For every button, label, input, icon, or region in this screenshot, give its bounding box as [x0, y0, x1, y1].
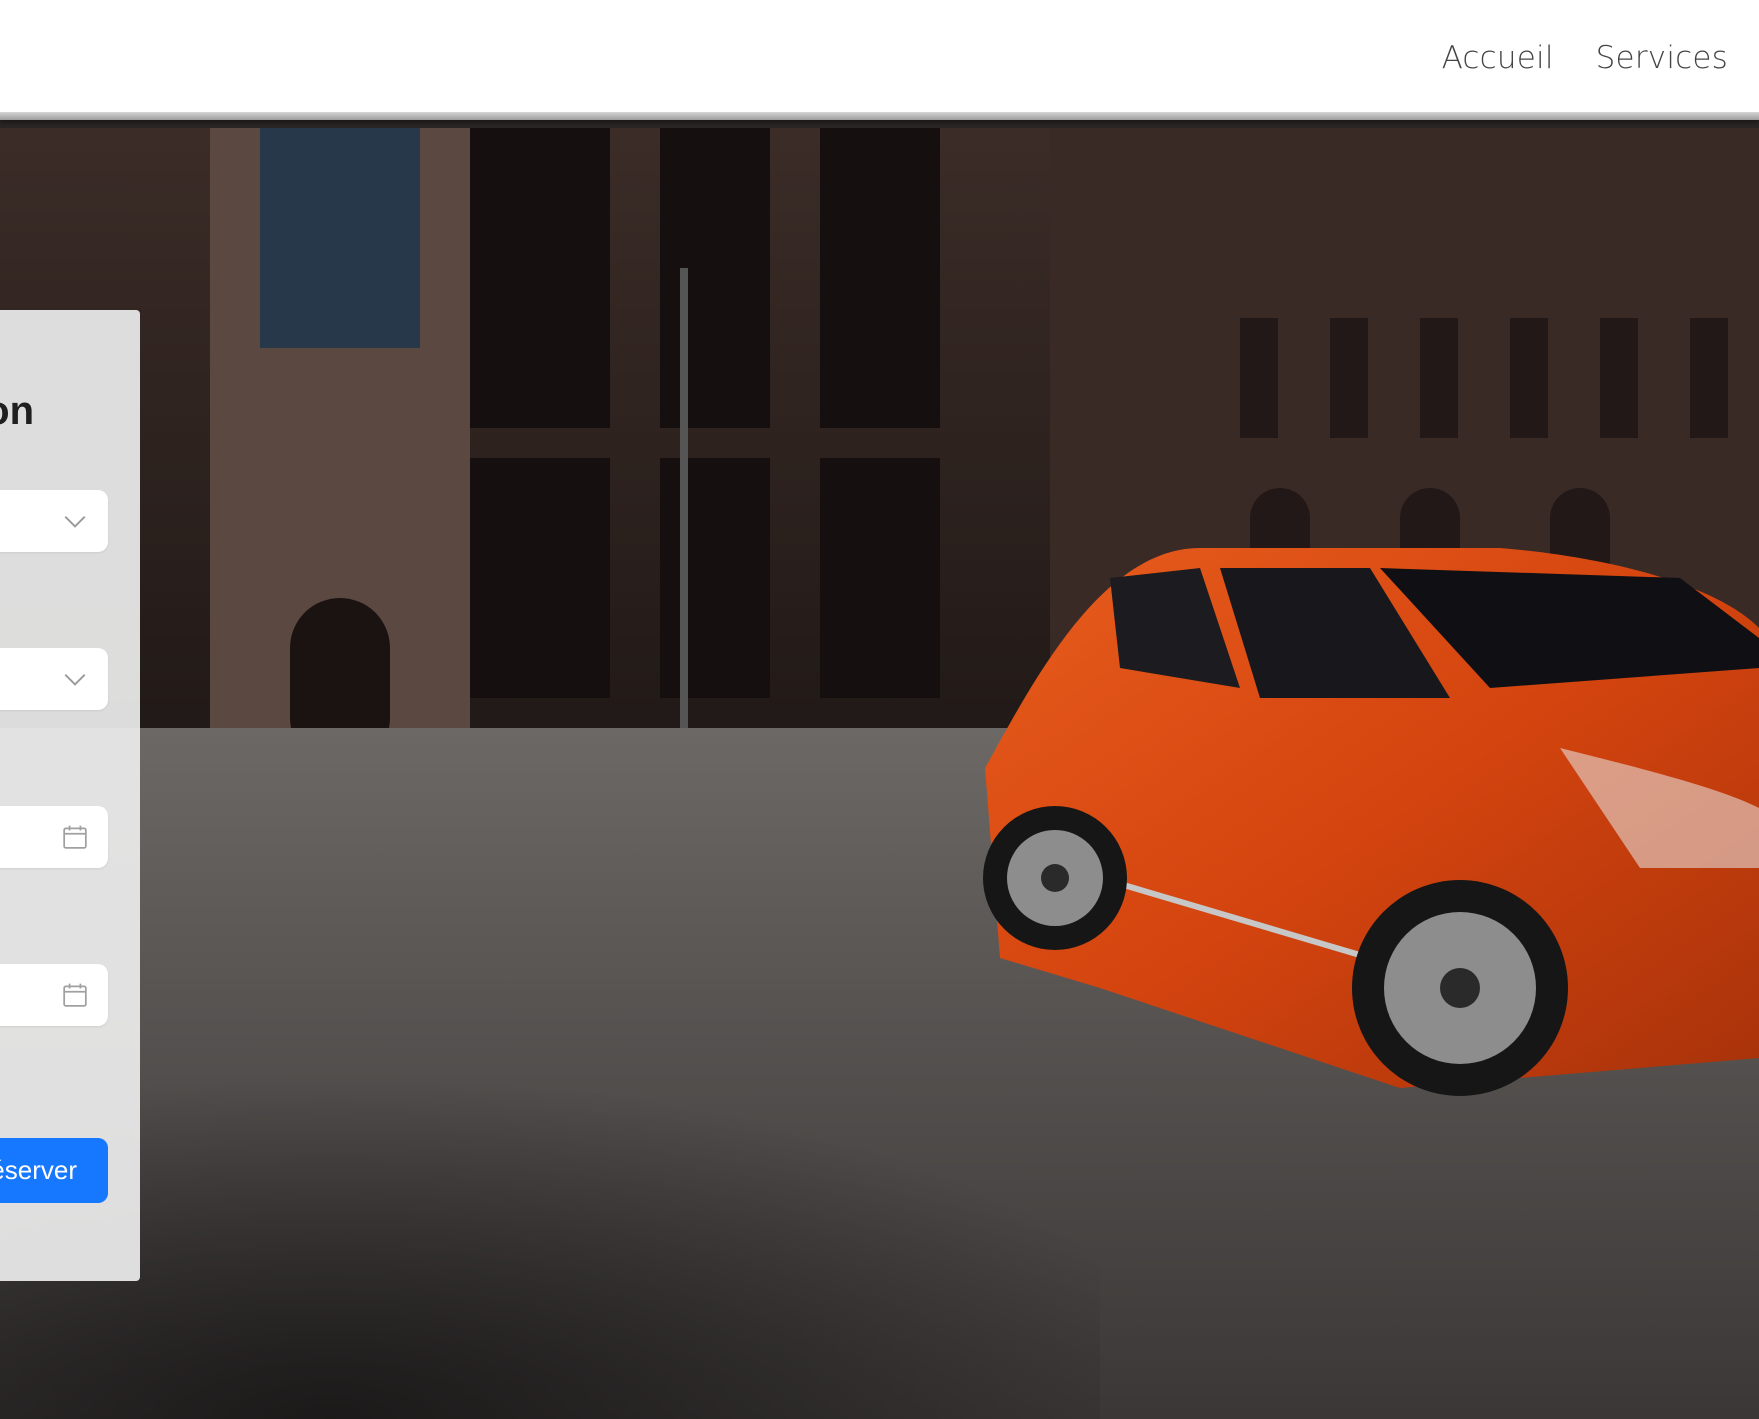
calendar-icon	[63, 825, 87, 849]
nav-link-accueil[interactable]: Accueil	[1442, 40, 1554, 76]
start-date-picker[interactable]	[0, 806, 108, 868]
street-car-photo	[0, 128, 1759, 1419]
chevron-down-icon	[64, 515, 86, 528]
pickup-location-select[interactable]	[0, 490, 108, 552]
top-navbar: Accueil Services	[0, 0, 1759, 120]
end-date-picker[interactable]	[0, 964, 108, 1026]
main-nav: Accueil Services	[1442, 40, 1728, 76]
booking-panel-title: Réservation	[0, 389, 34, 434]
return-location-select[interactable]	[0, 648, 108, 710]
chevron-down-icon	[64, 673, 86, 686]
reserve-button[interactable]: Réserver	[0, 1138, 108, 1203]
booking-panel: Réservation Réserver	[0, 310, 140, 1281]
calendar-icon	[63, 983, 87, 1007]
nav-link-services[interactable]: Services	[1596, 40, 1728, 76]
hero-background-image	[0, 128, 1759, 1419]
